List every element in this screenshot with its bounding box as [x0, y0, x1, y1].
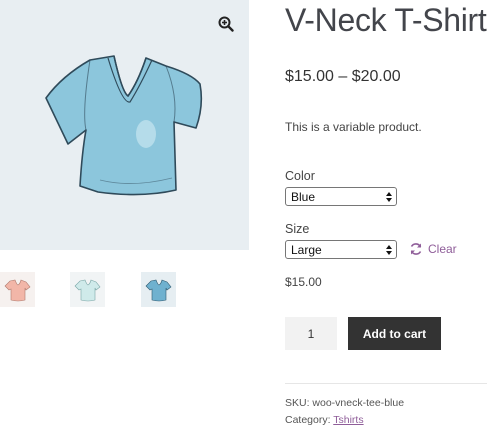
size-select-value: Large	[291, 243, 322, 257]
product-page: V-Neck T-Shirt $15.00 – $20.00 This is a…	[0, 0, 487, 432]
blue-tshirt-icon	[145, 279, 172, 302]
zoom-icon[interactable]	[218, 16, 234, 32]
product-main-image[interactable]	[0, 0, 249, 250]
price-range: $15.00 – $20.00	[285, 68, 401, 85]
size-label: Size	[285, 222, 310, 236]
add-to-cart-button[interactable]: Add to cart	[348, 317, 441, 350]
pink-tshirt-icon	[4, 279, 31, 302]
meta-divider	[285, 383, 487, 384]
clear-variations-link[interactable]: Clear	[409, 240, 457, 258]
thumbnail-blue[interactable]	[141, 272, 176, 307]
clear-label: Clear	[428, 242, 457, 256]
color-select[interactable]: Blue	[285, 187, 397, 206]
product-title: V-Neck T-Shirt	[285, 2, 487, 38]
category-line: Category: Tshirts	[285, 414, 364, 426]
category-link[interactable]: Tshirts	[333, 414, 363, 426]
variation-price: $15.00	[285, 275, 322, 289]
sku-text: SKU: woo-vneck-tee-blue	[285, 397, 405, 409]
select-arrows-icon	[386, 192, 392, 202]
color-label: Color	[285, 169, 315, 183]
refresh-icon	[410, 243, 422, 255]
size-select[interactable]: Large	[285, 240, 397, 259]
product-description: This is a variable product.	[285, 120, 422, 134]
thumbnail-mint[interactable]	[70, 272, 105, 307]
color-select-value: Blue	[291, 190, 316, 204]
category-prefix: Category:	[285, 414, 334, 426]
mint-tshirt-icon	[74, 279, 101, 302]
select-arrows-icon	[386, 245, 392, 255]
thumbnail-pink[interactable]	[0, 272, 35, 307]
tshirt-image	[45, 55, 203, 196]
quantity-input[interactable]: 1	[285, 317, 337, 350]
